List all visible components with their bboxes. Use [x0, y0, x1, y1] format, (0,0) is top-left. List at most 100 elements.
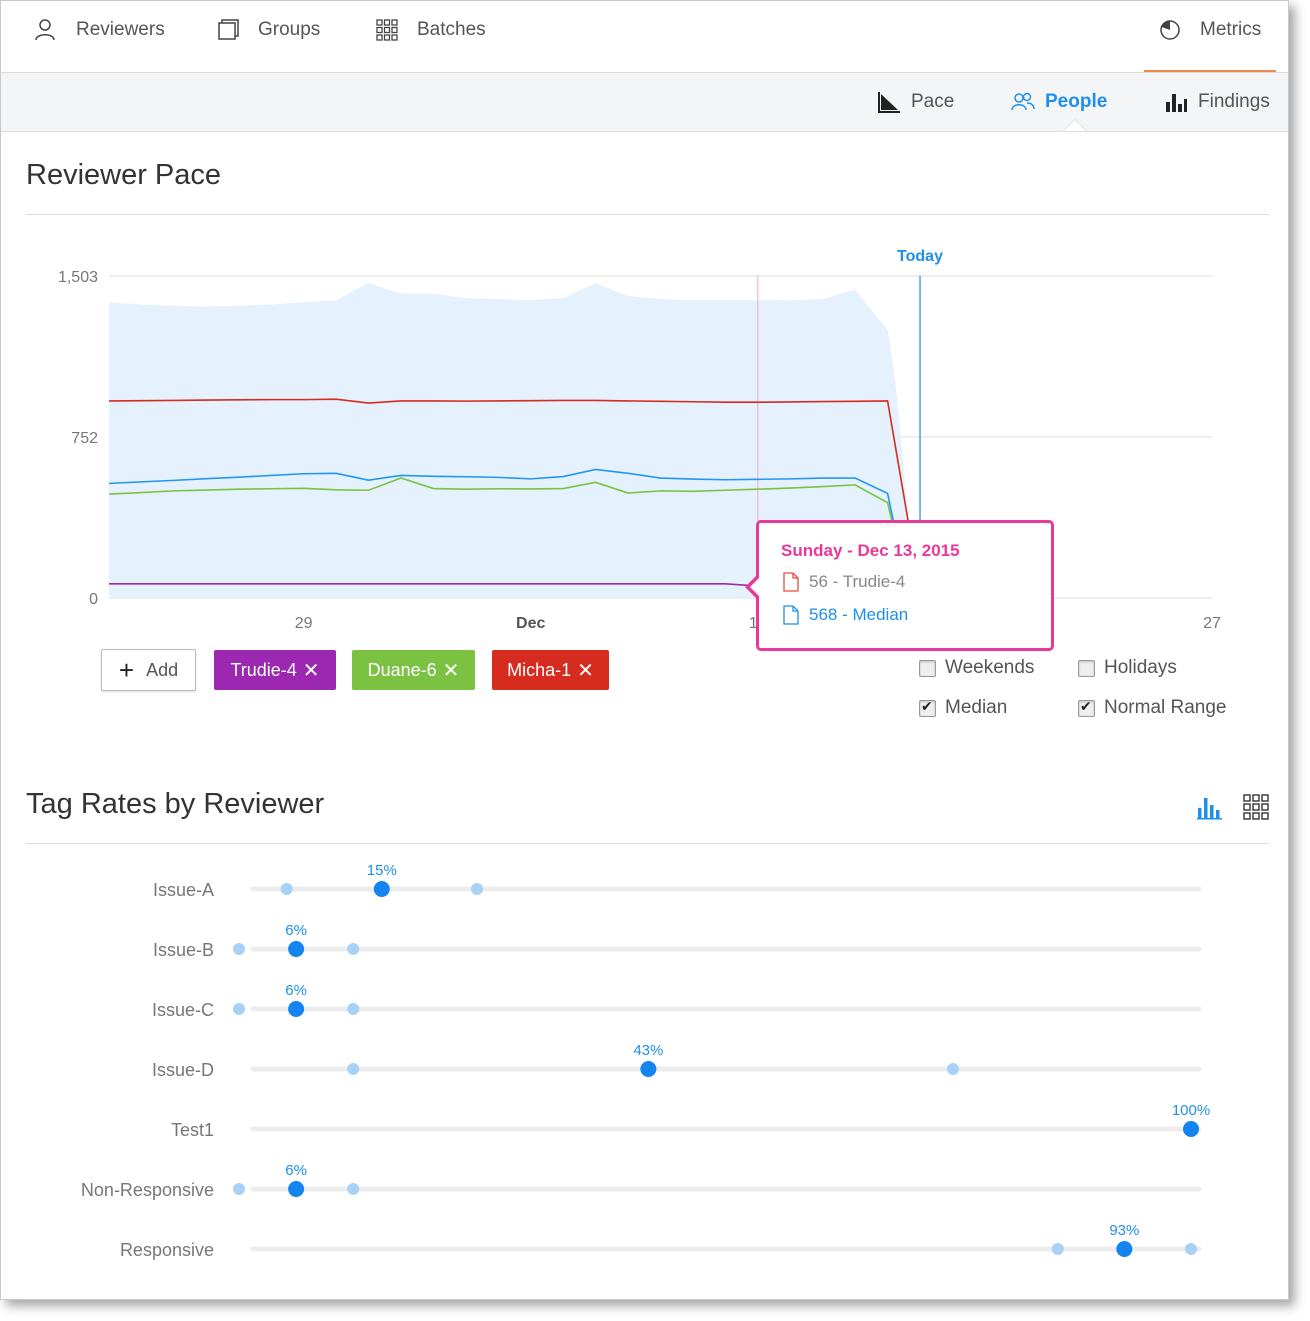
median-dot [640, 1061, 657, 1077]
tab-pace[interactable]: Pace [877, 89, 954, 115]
median-dot [288, 1181, 305, 1197]
holidays-label: Holidays [1104, 657, 1177, 678]
median-dot [1116, 1241, 1133, 1257]
range-high-dot [347, 1003, 360, 1015]
normal-range-label: Normal Range [1104, 697, 1227, 718]
median-value-label: 15% [367, 862, 397, 879]
nav-metrics-label: Metrics [1200, 19, 1262, 40]
bar-view-icon[interactable] [1197, 794, 1223, 820]
range-high-dot [947, 1063, 959, 1075]
reviewer-chip-micha[interactable]: Micha-1 ✕ [492, 650, 609, 690]
nav-batches-label: Batches [417, 19, 486, 40]
reviewer-chip-label: Micha-1 [507, 659, 572, 680]
range-low-dot [280, 883, 293, 895]
active-tab-caret [1064, 120, 1086, 131]
plus-icon: + [118, 655, 135, 685]
section-divider [26, 214, 1269, 215]
weekends-checkbox[interactable]: Weekends [919, 657, 1034, 679]
median-dot [288, 1001, 305, 1017]
x-tick-label: 29 [295, 615, 313, 632]
range-low-dot [233, 943, 245, 955]
grid-icon [376, 19, 398, 41]
tag-rates-title: Tag Rates by Reviewer [26, 788, 325, 820]
range-low-dot [233, 1183, 245, 1195]
tag-label: Issue-C [152, 1000, 214, 1020]
range-low-dot [347, 1063, 360, 1075]
range-high-dot [471, 883, 483, 895]
top-navigation: Reviewers Groups Batches Metrics [1, 1, 1288, 73]
remove-icon[interactable]: ✕ [303, 658, 320, 683]
x-tick-label: Dec [516, 615, 545, 632]
tag-label: Issue-B [153, 940, 214, 960]
bar-chart-icon [1166, 94, 1187, 112]
tooltip-row-median: 568 - Median [783, 605, 908, 625]
tooltip-row-text: 56 - Trudie-4 [809, 572, 906, 591]
document-icon [783, 572, 799, 592]
user-icon [35, 19, 55, 41]
section-divider [26, 843, 1269, 844]
weekends-label: Weekends [945, 657, 1035, 678]
holidays-checkbox[interactable]: Holidays [1078, 657, 1177, 679]
checkbox-box[interactable] [1078, 659, 1095, 677]
pie-chart-icon [1160, 20, 1180, 40]
reviewer-chip-label: Trudie-4 [230, 659, 297, 680]
median-dot [1183, 1121, 1199, 1137]
nav-reviewers[interactable]: Reviewers [34, 16, 165, 44]
today-label: Today [897, 248, 943, 265]
tag-label: Non-Responsive [81, 1180, 214, 1200]
reviewer-chip-duane[interactable]: Duane-6 ✕ [352, 650, 475, 690]
nav-reviewers-label: Reviewers [76, 19, 165, 40]
groups-icon [218, 19, 239, 40]
tooltip-row-text: 568 - Median [809, 605, 909, 624]
range-low-dot [233, 1003, 245, 1015]
pace-chart-icon [878, 92, 900, 113]
active-tab-indicator [1144, 70, 1276, 72]
reviewer-chip-label: Duane-6 [367, 659, 437, 680]
tag-label: Issue-A [153, 880, 214, 900]
median-dot [288, 941, 305, 957]
tab-people-label: People [1045, 91, 1108, 112]
grid-view-icon[interactable] [1243, 794, 1269, 820]
median-value-label: 6% [285, 922, 307, 939]
reviewer-pace-chart: 07521,503Today29Dec1327 [58, 248, 1221, 632]
median-value-label: 6% [285, 982, 307, 999]
reviewer-pace-title: Reviewer Pace [26, 159, 222, 191]
median-value-label: 93% [1109, 1222, 1139, 1239]
checkbox-box[interactable] [919, 698, 936, 717]
tooltip-row-trudie: 56 - Trudie-4 [783, 572, 905, 592]
median-checkbox[interactable]: Median [919, 697, 1007, 719]
nav-metrics[interactable]: Metrics [1158, 16, 1261, 44]
median-value-label: 43% [633, 1042, 663, 1059]
range-low-dot [1051, 1243, 1064, 1255]
chart-tooltip: Sunday - Dec 13, 2015 56 - Trudie-4 568 … [745, 520, 1054, 651]
y-tick-label: 1,503 [58, 269, 98, 286]
tag-label: Issue-D [152, 1060, 214, 1080]
checkbox-box[interactable] [919, 659, 936, 677]
tag-label: Test1 [171, 1120, 214, 1140]
tooltip-date: Sunday - Dec 13, 2015 [781, 541, 960, 560]
document-icon [783, 605, 799, 625]
tab-pace-label: Pace [911, 91, 955, 112]
y-tick-label: 0 [89, 591, 98, 608]
median-dot [373, 881, 390, 897]
nav-groups-label: Groups [258, 19, 321, 40]
tab-people[interactable]: People [1011, 89, 1107, 115]
reviewer-chip-trudie[interactable]: Trudie-4 ✕ [214, 650, 336, 690]
normal-range-checkbox[interactable]: Normal Range [1078, 697, 1227, 719]
remove-icon[interactable]: ✕ [443, 658, 460, 683]
y-tick-label: 752 [71, 430, 98, 447]
checkbox-box[interactable] [1078, 698, 1095, 717]
metrics-window: Reviewers Groups Batches Metrics Pace Pe… [0, 0, 1289, 1300]
remove-icon[interactable]: ✕ [577, 658, 594, 683]
range-high-dot [347, 943, 360, 955]
median-value-label: 6% [285, 1162, 307, 1179]
add-reviewer-button[interactable]: + Add [101, 649, 196, 691]
tab-findings[interactable]: Findings [1164, 89, 1270, 115]
tag-rates-chart: Issue-A 15% Issue-B 6% Issue-C 6% Issue-D 43% Te… [81, 862, 1210, 1260]
metrics-subnav: Pace People Findings [1, 73, 1288, 132]
x-tick-label: 27 [1203, 615, 1221, 632]
tooltip-tail-inner [750, 578, 759, 596]
range-high-dot [347, 1183, 360, 1195]
nav-batches[interactable]: Batches [375, 16, 486, 44]
nav-groups[interactable]: Groups [216, 16, 320, 44]
